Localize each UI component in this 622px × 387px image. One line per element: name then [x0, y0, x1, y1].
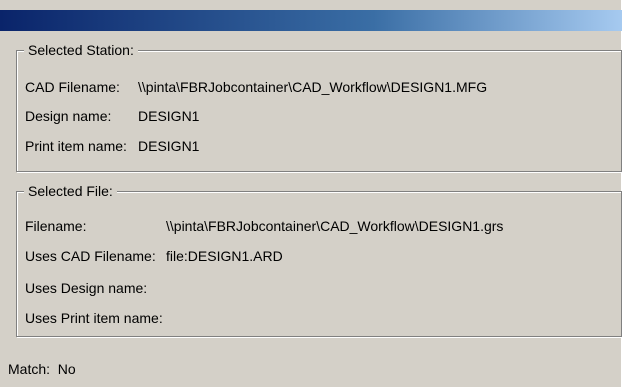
- title-bar[interactable]: [0, 10, 622, 31]
- selected-station-legend: Selected Station:: [24, 42, 138, 58]
- print-item-label: Print item name:: [25, 138, 127, 154]
- selected-file-legend: Selected File:: [24, 183, 117, 199]
- cad-filename-label: CAD Filename:: [25, 79, 120, 95]
- station-file-info-window: Selected Station: CAD Filename: \\pinta\…: [0, 0, 622, 387]
- print-item-value: DESIGN1: [138, 138, 200, 154]
- design-name-label: Design name:: [25, 108, 112, 124]
- selected-file-group: Selected File: Filename: \\pinta\FBRJobc…: [16, 183, 622, 337]
- uses-print-item-label: Uses Print item name:: [25, 310, 163, 326]
- uses-cad-filename-value: file:DESIGN1.ARD: [166, 248, 283, 264]
- selected-station-group: Selected Station: CAD Filename: \\pinta\…: [16, 42, 622, 172]
- uses-design-name-label: Uses Design name:: [25, 280, 148, 296]
- match-status: Match: No: [8, 361, 76, 377]
- filename-value: \\pinta\FBRJobcontainer\CAD_Workflow\DES…: [166, 218, 504, 234]
- design-name-value: DESIGN1: [138, 108, 200, 124]
- uses-cad-filename-label: Uses CAD Filename:: [25, 248, 156, 264]
- filename-label: Filename:: [25, 218, 87, 234]
- cad-filename-value: \\pinta\FBRJobcontainer\CAD_Workflow\DES…: [138, 79, 488, 95]
